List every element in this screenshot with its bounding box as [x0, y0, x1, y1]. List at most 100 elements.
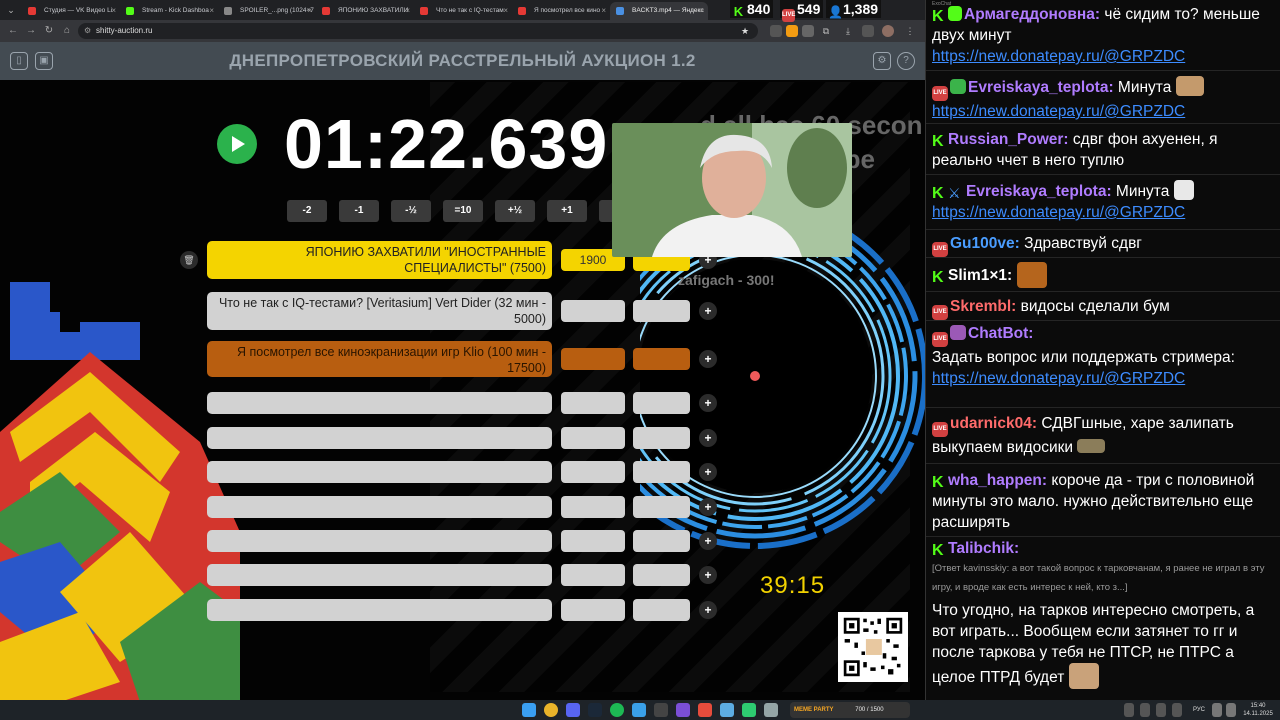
close-tab-icon[interactable]: × [405, 2, 410, 20]
settings-icon[interactable]: ⚙ [873, 52, 891, 70]
bookmark-star-icon[interactable]: ★ [739, 25, 751, 37]
forward-icon[interactable]: → [24, 24, 38, 38]
menu-kebab-icon[interactable]: ⋮ [904, 25, 916, 37]
lot-name-input[interactable]: ЯПОНИЮ ЗАХВАТИЛИ "ИНОСТРАННЫЕ СПЕЦИАЛИСТ… [207, 241, 552, 279]
chat-link[interactable]: https://new.donatepay.ru/@GRPZDC [932, 48, 1185, 65]
lot-name-input[interactable] [207, 496, 552, 518]
close-tab-icon[interactable]: × [209, 2, 214, 20]
tray-icon[interactable] [1156, 703, 1166, 717]
lot-name-input[interactable]: Я посмотрел все киноэкранизации игр Klio… [207, 341, 552, 377]
profile-avatar[interactable] [882, 25, 894, 37]
adjust-plus-half-button[interactable]: +½ [495, 200, 535, 222]
lot-bet-input[interactable] [633, 496, 690, 518]
lot-name-input[interactable] [207, 599, 552, 621]
system-clock[interactable]: 15:40 14.11.2025 [1241, 702, 1275, 718]
lot-amount-input[interactable] [561, 300, 625, 322]
add-bet-icon[interactable]: + [699, 429, 717, 447]
extension-icon[interactable] [802, 25, 814, 37]
lot-bet-input[interactable] [633, 348, 690, 370]
lot-name-input[interactable] [207, 530, 552, 552]
lot-amount-input[interactable] [561, 461, 625, 483]
lot-amount-input[interactable] [561, 496, 625, 518]
lot-bet-input[interactable] [633, 461, 690, 483]
reload-icon[interactable]: ↻ [42, 24, 56, 38]
adjust-set-10-button[interactable]: =10 [443, 200, 483, 222]
language-indicator[interactable]: РУС [1193, 700, 1205, 720]
lot-name-input[interactable] [207, 461, 552, 483]
wifi-icon[interactable] [1212, 703, 1222, 717]
lot-name-input[interactable] [207, 392, 552, 414]
browser-tab[interactable]: Stream - Kick Dashboa × [120, 2, 218, 20]
browser-tab[interactable]: Студия — VK Видео Li × [22, 2, 120, 20]
chat-link[interactable]: https://new.donatepay.ru/@GRPZDC [932, 204, 1185, 221]
lot-bet-input[interactable] [633, 564, 690, 586]
delete-lot-icon[interactable]: 🗑 [180, 251, 198, 269]
add-bet-icon[interactable]: + [699, 532, 717, 550]
chrome-icon[interactable] [544, 703, 558, 717]
home-icon[interactable]: ⌂ [60, 24, 74, 38]
lot-name-input[interactable]: Что не так с IQ-тестами? [Veritasium] Ve… [207, 292, 552, 330]
tray-icon[interactable] [1140, 703, 1150, 717]
lot-bet-input[interactable] [633, 427, 690, 449]
app-icon[interactable] [720, 703, 734, 717]
add-bet-icon[interactable]: + [699, 350, 717, 368]
tab-search-icon[interactable]: ⌄ [4, 3, 18, 17]
app-icon[interactable] [764, 703, 778, 717]
close-tab-icon[interactable]: × [601, 2, 606, 20]
close-tab-icon[interactable]: × [503, 2, 508, 20]
chat-link[interactable]: https://new.donatepay.ru/@GRPZDC [932, 370, 1185, 387]
add-bet-icon[interactable]: + [699, 463, 717, 481]
close-tab-icon[interactable]: × [111, 2, 116, 20]
add-bet-icon[interactable]: + [699, 566, 717, 584]
extension-icon[interactable] [770, 25, 782, 37]
lot-amount-input[interactable] [561, 427, 625, 449]
tray-icon[interactable] [1172, 703, 1182, 717]
spotify-icon[interactable] [610, 703, 624, 717]
close-tab-icon[interactable]: × [307, 2, 312, 20]
back-icon[interactable]: ← [6, 24, 20, 38]
steam-icon[interactable] [588, 703, 602, 717]
browser-tab[interactable]: Что не так с IQ-тестам × [414, 2, 512, 20]
close-tab-icon[interactable]: × [699, 2, 704, 20]
add-bet-icon[interactable]: + [699, 394, 717, 412]
add-bet-icon[interactable]: + [699, 498, 717, 516]
lot-amount-input[interactable] [561, 599, 625, 621]
meme-party-widget[interactable]: MEME PARTY 700 / 1500 [790, 702, 910, 718]
adjust-minus-1-button[interactable]: -1 [339, 200, 379, 222]
play-button[interactable] [217, 124, 257, 164]
telegram-icon[interactable] [632, 703, 646, 717]
app-icon[interactable] [698, 703, 712, 717]
volume-icon[interactable] [1226, 703, 1236, 717]
browser-tab[interactable]: ЯПОНИЮ ЗАХВАТИЛИ × [316, 2, 414, 20]
lot-amount-input[interactable] [561, 530, 625, 552]
tray-icon[interactable] [1124, 703, 1134, 717]
lot-bet-input[interactable] [633, 530, 690, 552]
lot-amount-input[interactable] [561, 564, 625, 586]
adjust-minus-2-button[interactable]: -2 [287, 200, 327, 222]
browser-tab-active[interactable]: BACKT3.mp4 — Яндекс × [610, 2, 708, 20]
lot-bet-input[interactable] [633, 392, 690, 414]
start-icon[interactable] [522, 703, 536, 717]
url-input[interactable]: ⚙ shitty-auction.ru [78, 23, 758, 39]
lot-amount-input[interactable] [561, 348, 625, 370]
save-icon[interactable]: ▣ [35, 52, 53, 70]
adjust-plus-1-button[interactable]: +1 [547, 200, 587, 222]
chat-link[interactable]: https://new.donatepay.ru/@GRPZDC [932, 103, 1185, 120]
browser-tab[interactable]: SPOILER_...png (1024×7 × [218, 2, 316, 20]
site-info-icon[interactable]: ⚙ [84, 23, 91, 39]
download-icon[interactable]: ⤓ [842, 25, 854, 37]
sidebar-icon[interactable] [862, 25, 874, 37]
lot-name-input[interactable] [207, 427, 552, 449]
puzzle-icon[interactable]: ⧉ [820, 25, 832, 37]
adjust-minus-half-button[interactable]: -½ [391, 200, 431, 222]
lot-bet-input[interactable] [633, 599, 690, 621]
obs-icon[interactable] [654, 703, 668, 717]
discord-icon[interactable] [566, 703, 580, 717]
sidebar-toggle-icon[interactable]: ▯ [10, 52, 28, 70]
app-icon[interactable] [742, 703, 756, 717]
browser-tab[interactable]: Я посмотрел все кино × [512, 2, 610, 20]
lot-bet-input[interactable] [633, 300, 690, 322]
add-bet-icon[interactable]: + [699, 302, 717, 320]
lot-amount-input[interactable] [561, 392, 625, 414]
extension-icon[interactable] [786, 25, 798, 37]
